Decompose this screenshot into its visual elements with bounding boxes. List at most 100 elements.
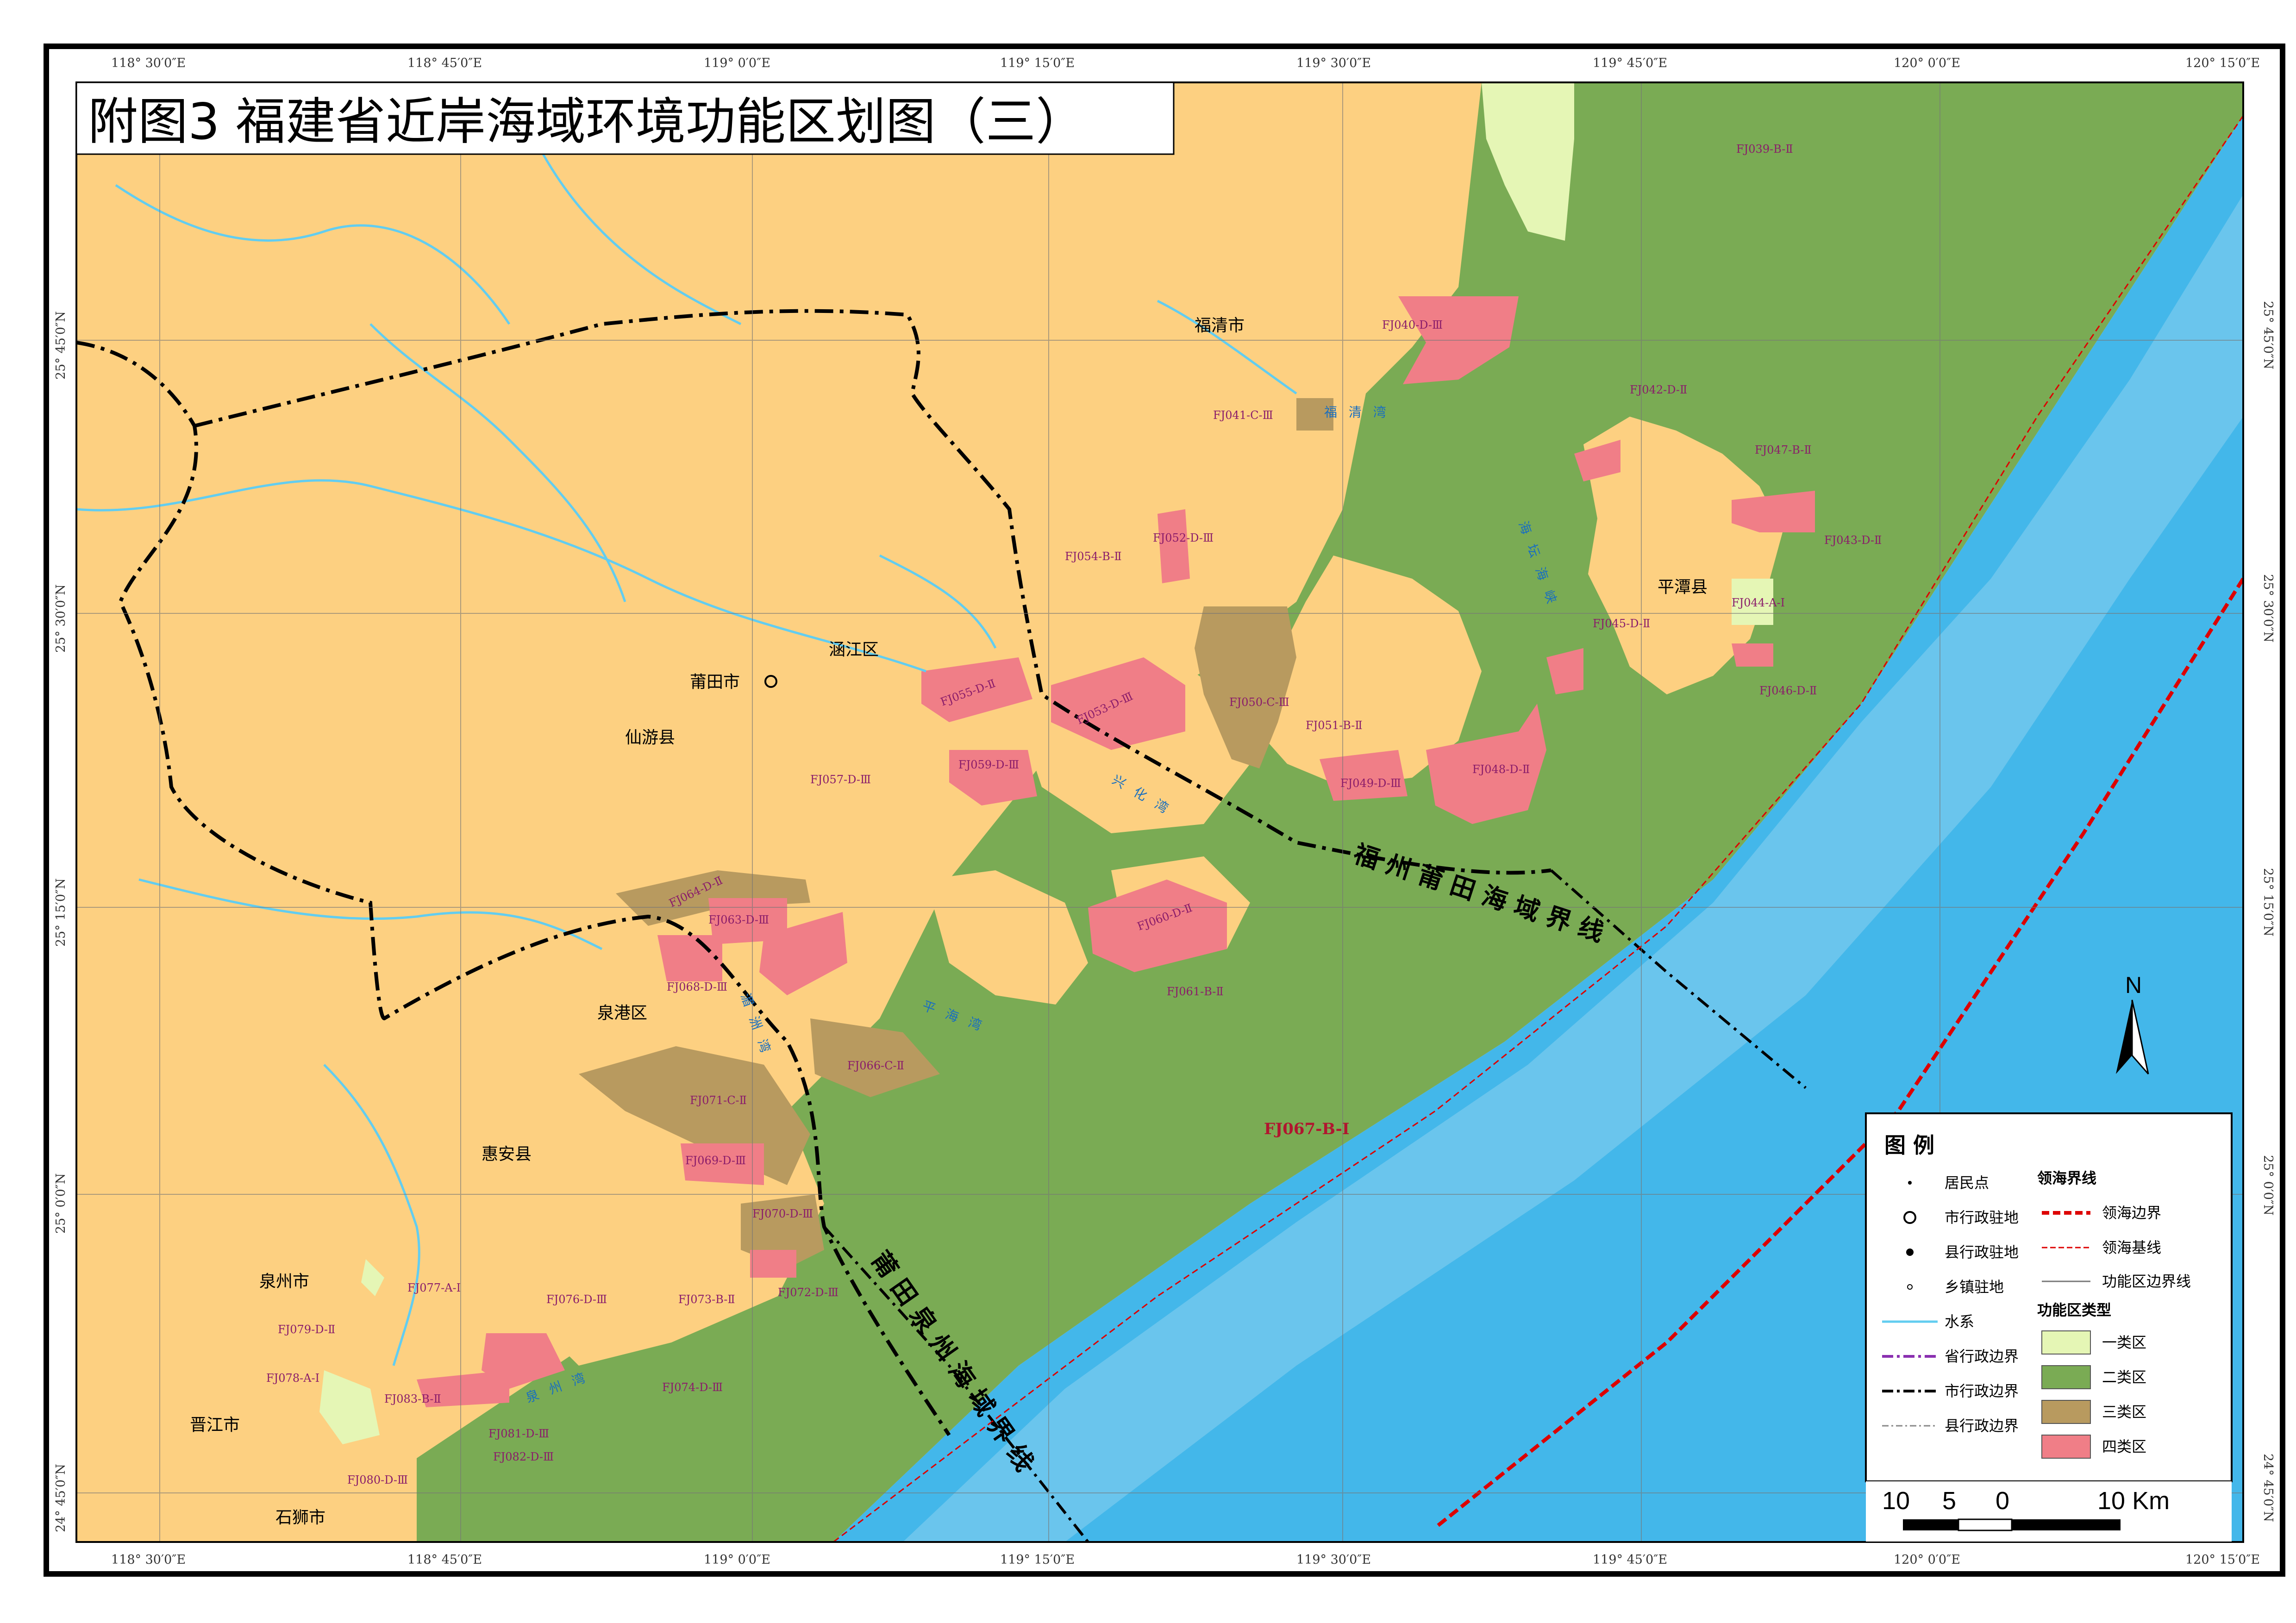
zone-label-fj044: FJ044-A-Ⅰ	[1732, 596, 1785, 609]
zone-label-fj071: FJ071-C-Ⅱ	[690, 1094, 747, 1107]
zone-class4-fj068	[657, 935, 722, 981]
coord-right-0: 25° 45′0″N	[2261, 301, 2275, 369]
coord-left-0: 25° 45′0″N	[54, 311, 68, 380]
legend-title: 图 例	[1884, 1133, 1934, 1158]
legend-city-seat: 市行政驻地	[1945, 1209, 2019, 1226]
zone-label-fj045: FJ045-D-Ⅱ	[1593, 617, 1650, 630]
zone-label-fj057: FJ057-D-Ⅲ	[810, 773, 871, 786]
legend-class3: 三类区	[2102, 1403, 2146, 1421]
legend-water: 水系	[1945, 1313, 1974, 1330]
zone-label-fj052: FJ052-D-Ⅲ	[1153, 531, 1214, 544]
legend-class4: 四类区	[2102, 1438, 2146, 1455]
zone-label-fj051: FJ051-B-Ⅱ	[1306, 719, 1363, 732]
zone-label-fj068: FJ068-D-Ⅲ	[667, 980, 727, 993]
coord-bottom-3: 119° 15′0″E	[1000, 1553, 1075, 1567]
zone-label-fj059: FJ059-D-Ⅲ	[958, 758, 1019, 771]
map-title: 附图3 福建省近岸海域环境功能区划图（三）	[88, 93, 1086, 151]
legend-city-border: 市行政边界	[1945, 1382, 2019, 1400]
legend-prov-border: 省行政边界	[1945, 1348, 2019, 1365]
scale-bar-background	[1866, 1481, 2232, 1542]
coord-top-6: 120° 0′0″E	[1894, 56, 1960, 70]
legend-zone-line: 功能区边界线	[2102, 1273, 2191, 1290]
legend-class1: 一类区	[2102, 1334, 2146, 1351]
zone-label-fj061: FJ061-B-Ⅱ	[1167, 985, 1224, 998]
coord-bottom-7: 120° 15′0″E	[2185, 1553, 2260, 1567]
coord-left-3: 25° 0′0″N	[54, 1173, 68, 1234]
city-pingtan: 平潭县	[1658, 578, 1708, 597]
coord-right-2: 25° 15′0″N	[2261, 868, 2275, 936]
coord-right-4: 24° 45′0″N	[2261, 1454, 2275, 1522]
city-quanzhou: 泉州市	[259, 1272, 309, 1291]
city-quangang: 泉港区	[597, 1004, 647, 1023]
zone-label-fj049: FJ049-D-Ⅲ	[1340, 777, 1401, 790]
coord-bottom-4: 119° 30′0″E	[1296, 1553, 1371, 1567]
city-jinjiang: 晋江市	[190, 1416, 240, 1435]
city-shishi: 石狮市	[275, 1508, 325, 1527]
scale-segment-3	[2012, 1519, 2121, 1530]
zone-label-fj041: FJ041-C-Ⅲ	[1213, 409, 1273, 422]
coord-top-4: 119° 30′0″E	[1296, 56, 1371, 70]
zone-label-fj066: FJ066-C-Ⅱ	[847, 1059, 904, 1072]
coord-bottom-2: 119° 0′0″E	[704, 1553, 770, 1567]
legend: 图 例 居民点 市行政驻地 县行政驻地 乡镇驻地 水系 省行政边界 市行政边界 …	[1865, 1112, 2233, 1482]
scale-label-0: 0	[1996, 1487, 2009, 1515]
zone-label-fj079: FJ079-D-Ⅱ	[278, 1323, 335, 1336]
coord-left-4: 24° 45′0″N	[54, 1464, 68, 1532]
coord-bottom-1: 118° 45′0″E	[407, 1553, 482, 1567]
legend-county-seat-symbol	[1906, 1248, 1914, 1256]
zone-label-fj082: FJ082-D-Ⅲ	[493, 1450, 554, 1463]
zone-label-fj081: FJ081-D-Ⅲ	[488, 1427, 549, 1440]
zone-label-fj072: FJ072-D-Ⅲ	[778, 1286, 838, 1299]
city-putian: 莆田市	[690, 673, 740, 692]
zone-label-fj074: FJ074-D-Ⅲ	[662, 1381, 723, 1394]
zone-label-fj080: FJ080-D-Ⅲ	[347, 1473, 408, 1486]
coord-left-1: 25° 30′0″N	[54, 584, 68, 653]
zone-label-fj039: FJ039-B-Ⅱ	[1736, 143, 1793, 156]
scale-label-5: 5	[1942, 1487, 1956, 1515]
city-hanjiang: 涵江区	[829, 640, 879, 659]
coord-top-0: 118° 30′0″E	[111, 56, 186, 70]
bay-fuqing: 福 清 湾	[1324, 405, 1390, 420]
legend-zone-type-title: 功能区类型	[2037, 1301, 2111, 1319]
zone-label-fj078: FJ078-A-Ⅰ	[266, 1372, 319, 1385]
legend-class3-swatch	[2041, 1400, 2091, 1424]
zone-label-fj073: FJ073-B-Ⅱ	[678, 1293, 735, 1306]
zone-class4-fj072	[750, 1250, 796, 1278]
city-huian: 惠安县	[482, 1145, 532, 1164]
legend-residence: 居民点	[1945, 1174, 1989, 1192]
zone-label-fj048: FJ048-D-Ⅱ	[1472, 763, 1530, 776]
north-label: N	[2125, 972, 2142, 998]
zone-label-fj076: FJ076-D-Ⅲ	[546, 1293, 607, 1306]
legend-class4-swatch	[2041, 1435, 2091, 1459]
zone-label-fj054: FJ054-B-Ⅱ	[1065, 550, 1122, 563]
scale-label-10: 10	[1882, 1487, 1910, 1515]
zone-label-fj047: FJ047-B-Ⅱ	[1755, 443, 1812, 456]
legend-town-seat: 乡镇驻地	[1945, 1278, 2004, 1296]
zone-class4-fj046	[1732, 643, 1773, 667]
scale-segment-2	[1958, 1518, 2013, 1531]
legend-class2: 二类区	[2102, 1368, 2146, 1386]
zone-label-fj069: FJ069-D-Ⅲ	[685, 1154, 746, 1167]
legend-county-border: 县行政边界	[1945, 1417, 2019, 1435]
zone-label-fj050: FJ050-C-Ⅲ	[1229, 696, 1289, 709]
legend-class2-swatch	[2041, 1365, 2091, 1389]
coord-top-3: 119° 15′0″E	[1000, 56, 1075, 70]
city-xianyou: 仙游县	[625, 728, 675, 747]
legend-sea-border: 领海边界	[2102, 1204, 2161, 1222]
zone-label-fj067: FJ067-B-Ⅰ	[1264, 1120, 1350, 1138]
zone-class4-fj052	[1157, 509, 1190, 583]
legend-county-seat: 县行政驻地	[1945, 1243, 2019, 1261]
coord-top-7: 120° 15′0″E	[2185, 56, 2260, 70]
coord-top-2: 119° 0′0″E	[704, 56, 770, 70]
coord-bottom-6: 120° 0′0″E	[1894, 1553, 1960, 1567]
scale-bar: 10 5 0 10 Km	[1866, 1481, 2232, 1542]
zone-label-fj077: FJ077-A-Ⅰ	[407, 1281, 461, 1294]
zone-label-fj083: FJ083-B-Ⅱ	[384, 1392, 441, 1405]
map-canvas: 附图3 福建省近岸海域环境功能区划图（三） 118° 30′0″E 118° 4…	[0, 0, 2296, 1623]
city-fuqing: 福清市	[1195, 316, 1245, 335]
zone-label-fj042: FJ042-D-Ⅱ	[1630, 383, 1687, 396]
coord-bottom-0: 118° 30′0″E	[111, 1553, 186, 1567]
zone-label-fj043: FJ043-D-Ⅱ	[1824, 534, 1882, 547]
zone-label-fj063: FJ063-D-Ⅲ	[708, 913, 769, 926]
zone-label-fj040: FJ040-D-Ⅲ	[1382, 318, 1443, 331]
